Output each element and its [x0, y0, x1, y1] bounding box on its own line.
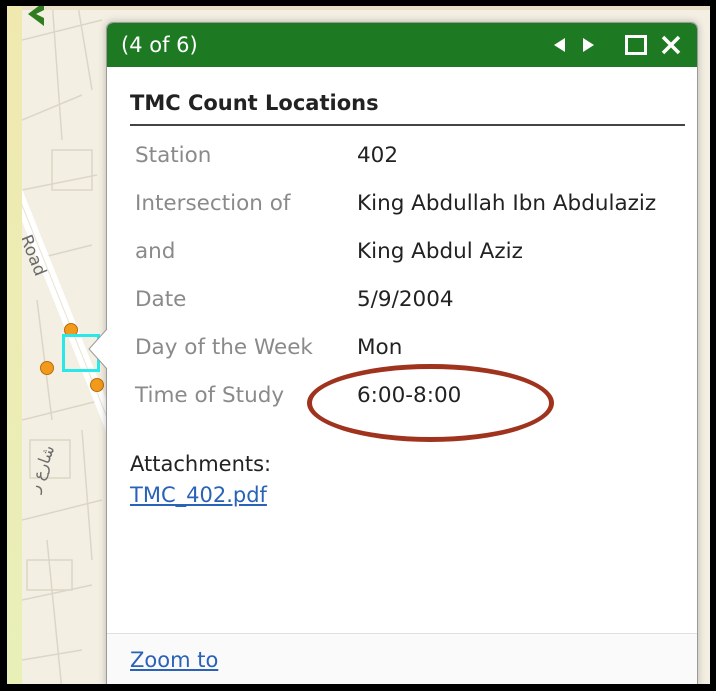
attribute-value-cell: 6:00-8:00 — [307, 364, 677, 442]
attachments-label: Attachments: — [130, 452, 272, 476]
layer-title: TMC Count Locations — [130, 67, 685, 126]
attribute-key: Intersection of — [135, 191, 291, 216]
attribute-row: and King Abdul Aziz — [130, 236, 677, 284]
feature-marker-icon — [28, 2, 44, 26]
popup-footer: Zoom to — [107, 633, 697, 685]
attribute-value: 6:00-8:00 — [357, 383, 462, 408]
attribute-key: Station — [135, 143, 212, 168]
attribute-row: Intersection of King Abdullah Ibn Abdula… — [130, 188, 677, 236]
attribute-table: Station 402 Intersection of King Abdulla… — [130, 140, 677, 442]
attribute-value: 402 — [357, 143, 399, 168]
popup-titlebar: (4 of 6) — [107, 23, 697, 67]
maximize-icon — [625, 35, 647, 55]
attribute-value: 5/9/2004 — [357, 287, 454, 312]
previous-button[interactable] — [547, 30, 573, 60]
feature-count: (4 of 6) — [121, 33, 198, 57]
attribute-value: Mon — [357, 335, 403, 360]
attachment-link[interactable]: TMC_402.pdf — [130, 483, 267, 507]
count-location-point[interactable] — [90, 378, 104, 392]
popup-content: TMC Count Locations Station 402 Intersec… — [107, 67, 697, 507]
attribute-value: King Abdul Aziz — [357, 239, 523, 264]
close-icon — [661, 35, 681, 55]
previous-icon — [554, 38, 565, 52]
count-location-point[interactable] — [40, 361, 54, 375]
attribute-key: Date — [135, 287, 187, 312]
attribute-key: Time of Study — [135, 383, 285, 408]
attribute-row: Day of the Week Mon — [130, 332, 677, 380]
next-button[interactable] — [573, 30, 603, 60]
next-icon — [583, 38, 594, 52]
popup-pointer — [88, 328, 108, 370]
attribute-row: Time of Study 6:00-8:00 — [130, 364, 677, 442]
side-panel-strip — [0, 0, 22, 691]
zoom-to-link[interactable]: Zoom to — [130, 648, 218, 672]
maximize-button[interactable] — [615, 30, 657, 60]
attribute-row: Date 5/9/2004 — [130, 284, 677, 332]
attribute-key: and — [135, 239, 176, 264]
info-popup: (4 of 6) TMC Count Locations Station 402… — [106, 22, 698, 686]
close-button[interactable] — [657, 30, 685, 60]
attribute-row: Station 402 — [130, 140, 677, 188]
attribute-value: King Abdullah Ibn Abdulaziz — [357, 191, 657, 216]
attribute-key: Day of the Week — [135, 335, 313, 360]
